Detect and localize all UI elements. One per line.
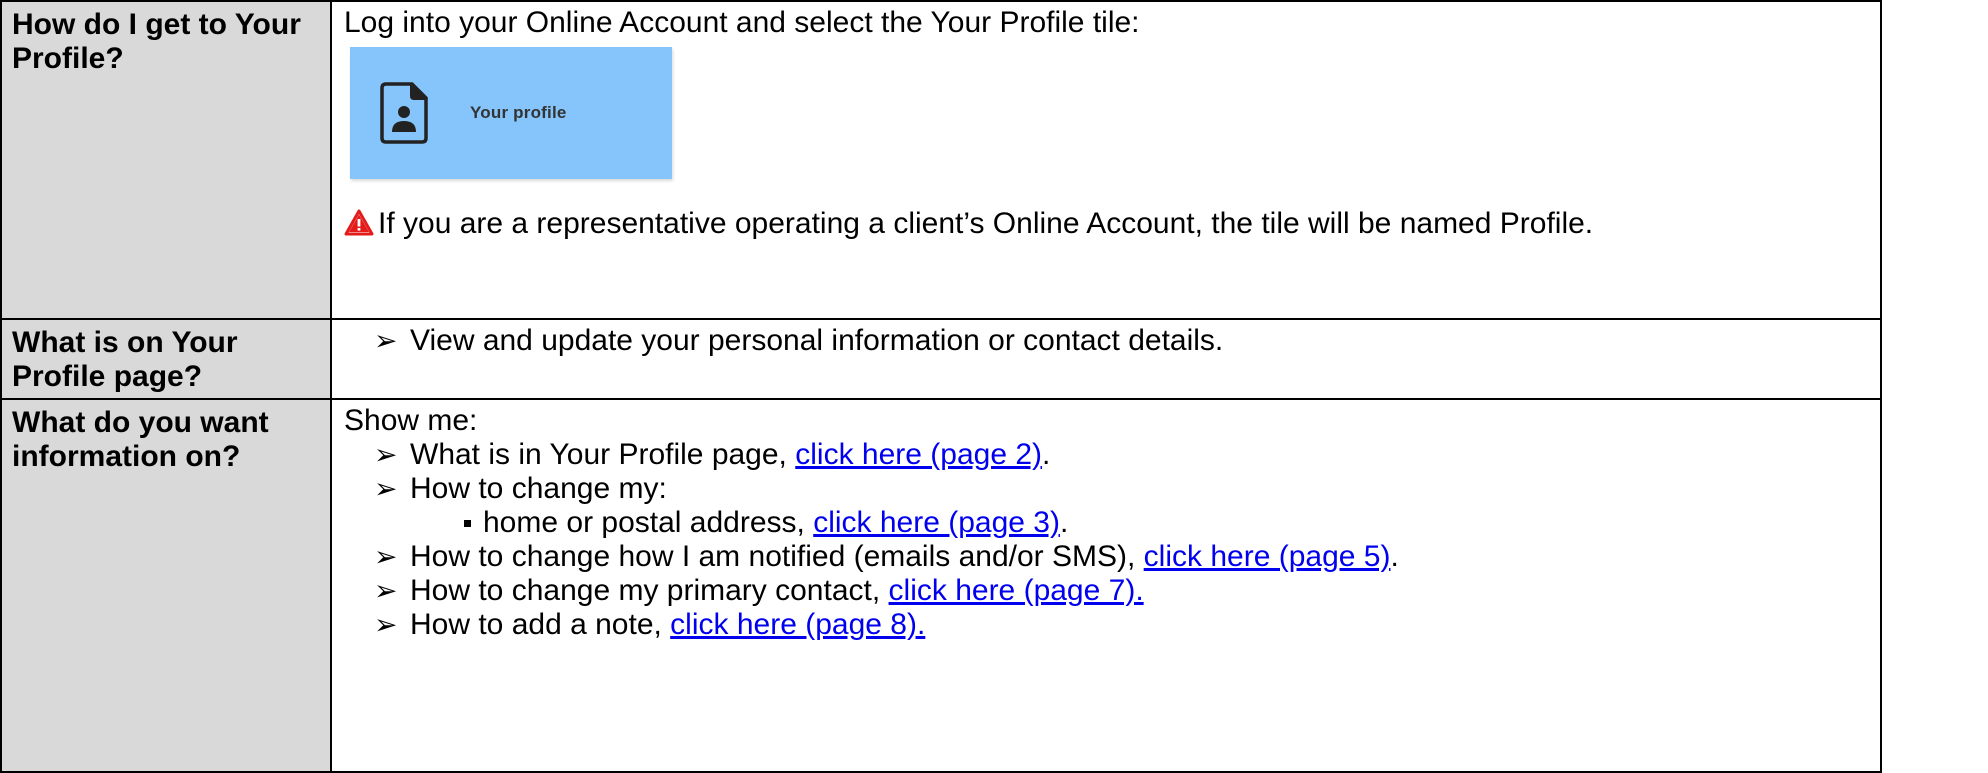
warning-triangle-icon [344,209,374,236]
question-cell: What do you want information on? [0,398,332,773]
answer-cell: ➢ View and update your personal informati… [330,318,1882,400]
arrow-bullet-icon: ➢ [374,609,398,640]
list-item: ➢ How to change my primary contact, click… [344,574,1870,608]
list-item-text: How to change how I am notified (emails … [410,540,1144,573]
page-link[interactable]: click here (page 5) [1144,540,1391,573]
list-item-text: How to change my primary contact, [410,574,889,607]
list-item-text: home or postal address, [483,506,814,539]
arrow-bullet-icon: ➢ [374,439,398,470]
page-link[interactable]: click here (page 8). [670,608,925,641]
bullet-item: ➢ View and update your personal informati… [344,324,1870,358]
tile-label: Your profile [470,103,567,122]
list-item: ➢ What is in Your Profile page, click her… [344,438,1870,472]
arrow-bullet-icon: ➢ [374,473,398,504]
warning-note: If you are a representative operating a … [344,207,1870,241]
intro-text: Show me: [344,404,478,437]
list-item: ➢ How to change my: [344,472,1870,506]
list-item: home or postal address, click here (page… [344,506,1870,540]
faq-table: How do I get to Your Profile? Log into y… [0,0,1882,773]
page-link[interactable]: click here (page 3) [813,506,1060,539]
list-item-punct: . [1042,438,1051,471]
list-item-punct: . [1390,540,1399,573]
table-row: What do you want information on? Show me… [0,398,1882,773]
list-item-text: How to add a note, [410,608,671,641]
your-profile-tile[interactable]: Your profile [350,47,672,179]
table-row: What is on Your Profile page? ➢ View and … [0,318,1882,400]
table-row: How do I get to Your Profile? Log into y… [0,0,1882,320]
page-link[interactable]: click here (page 7). [889,574,1144,607]
arrow-bullet-icon: ➢ [374,325,398,356]
square-bullet-icon [464,520,471,527]
list-item: ➢ How to add a note, click here (page 8). [344,608,1870,642]
list-item: ➢ How to change how I am notified (emails… [344,540,1870,574]
profile-document-icon [380,82,428,144]
answer-cell: Show me: ➢ What is in Your Profile page, … [330,398,1882,773]
warning-text: If you are a representative operating a … [378,207,1594,240]
bullet-text: View and update your personal informatio… [410,324,1224,357]
answer-cell: Log into your Online Account and select … [330,0,1882,320]
arrow-bullet-icon: ➢ [374,575,398,606]
intro-text: Log into your Online Account and select … [344,6,1140,39]
list-item-text: What is in Your Profile page, [410,438,796,471]
page-link[interactable]: click here (page 2) [795,438,1042,471]
question-cell: What is on Your Profile page? [0,318,332,400]
arrow-bullet-icon: ➢ [374,541,398,572]
question-cell: How do I get to Your Profile? [0,0,332,320]
list-item-punct: . [1059,506,1069,539]
list-item-text: How to change my: [410,472,667,505]
